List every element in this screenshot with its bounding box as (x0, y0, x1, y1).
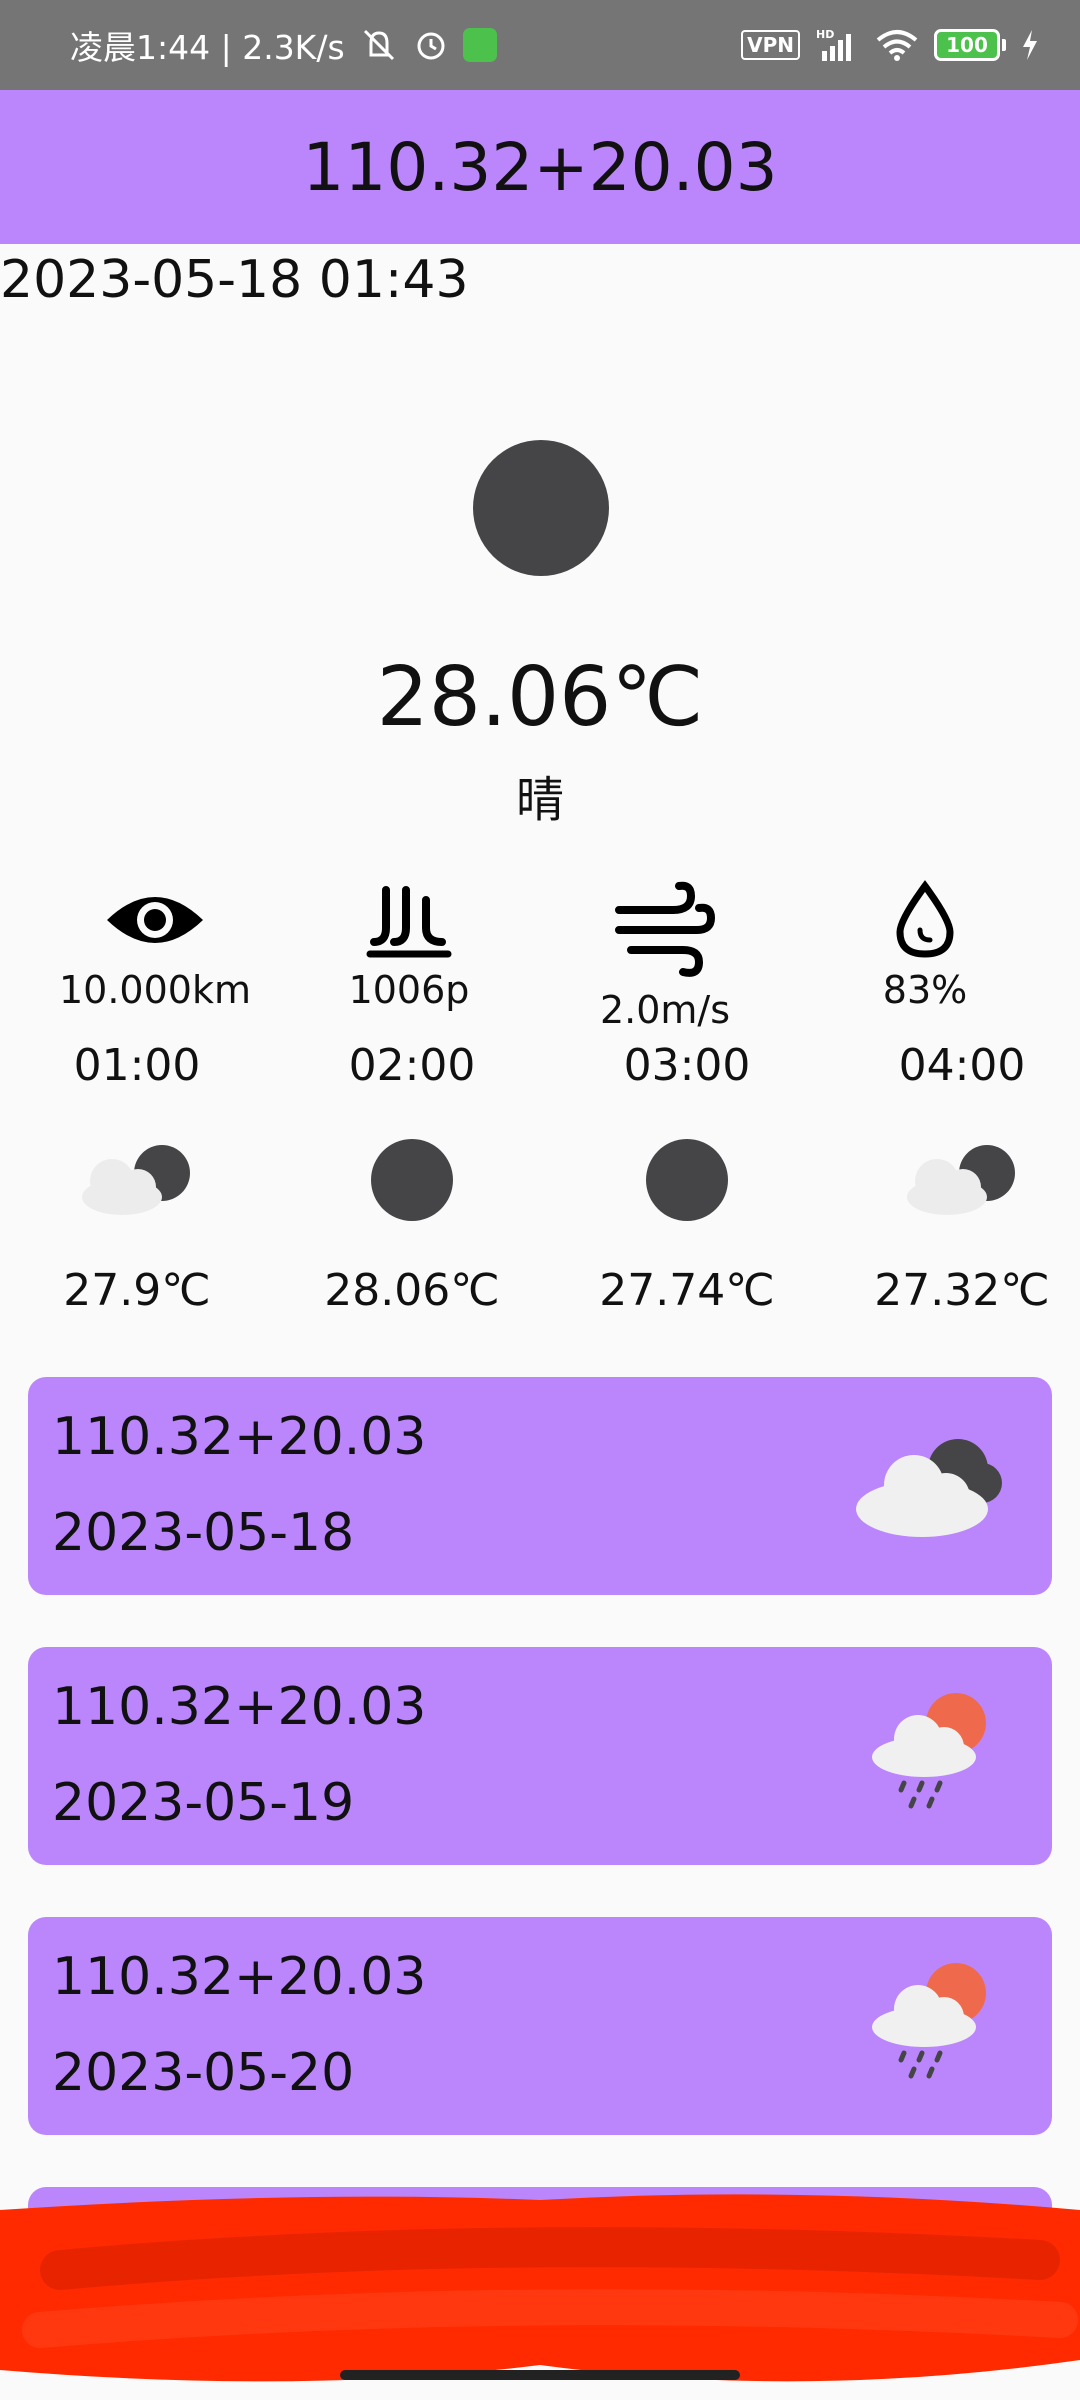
hourly-temperature: 27.32℃ (874, 1265, 1050, 1316)
hourly-time: 03:00 (623, 1040, 751, 1091)
hourly-time: 02:00 (348, 1040, 476, 1091)
rain-sun-icon (872, 1693, 986, 1809)
wifi-icon (874, 27, 920, 63)
hourly-time: 01:00 (73, 1040, 201, 1091)
moon-icon (552, 1135, 822, 1225)
eye-icon (107, 897, 203, 943)
wind-icon (615, 881, 716, 977)
daily-location: 110.32+20.03 (52, 1407, 427, 1467)
hourly-time: 04:00 (898, 1040, 1026, 1091)
wind-metric: 2.0m/s (530, 880, 800, 1032)
status-bar: 凌晨1:44 | 2.3K/s VPN HD 100 (0, 0, 1080, 90)
moon-icon (473, 440, 609, 576)
daily-location: 110.32+20.03 (52, 1677, 427, 1737)
svg-text:HD: HD (816, 28, 834, 41)
status-time-speed: 凌晨1:44 | 2.3K/s (70, 28, 345, 67)
daily-card[interactable]: 110.32+20.03 2023-05-20 (28, 1917, 1052, 2135)
mute-icon (359, 27, 399, 63)
visibility-metric: 10.000km (20, 880, 290, 1012)
cloudy-night-icon (856, 1439, 1002, 1537)
status-bar-right: VPN HD 100 (741, 27, 1040, 63)
visibility-value: 10.000km (59, 968, 251, 1012)
hourly-temperature: 28.06℃ (324, 1265, 500, 1316)
current-datetime: 2023-05-18 01:43 (0, 250, 469, 310)
vpn-icon: VPN (741, 30, 800, 60)
daily-date: 2023-05-18 (52, 1503, 355, 1563)
rain-sun-icon (872, 1963, 986, 2079)
daily-location: 110.32+20.03 (52, 1947, 427, 2007)
hourly-temperature: 27.74℃ (599, 1265, 775, 1316)
pressure-icon (366, 886, 452, 958)
current-condition: 晴 (515, 772, 564, 828)
battery-level: 100 (934, 29, 1000, 61)
current-temperature: 28.06℃ (376, 650, 704, 745)
moon-icon (277, 1135, 547, 1225)
daily-date: 2023-05-19 (52, 1773, 355, 1833)
app-notification-icon (462, 28, 497, 62)
app-bar: 110.32+20.03 (0, 90, 1080, 244)
daily-date: 2023-05-20 (52, 2043, 355, 2103)
page-title: 110.32+20.03 (302, 128, 778, 206)
humidity-value: 83% (882, 968, 968, 1012)
cloudy-night-icon (827, 1135, 1080, 1225)
charging-icon (1020, 28, 1040, 62)
battery-icon: 100 (934, 29, 1006, 61)
alarm-icon (413, 27, 449, 63)
pressure-value: 1006p (348, 968, 470, 1012)
home-indicator[interactable] (340, 2370, 740, 2380)
signal-icon: HD (814, 27, 860, 63)
humidity-metric: 83% (790, 880, 1060, 1012)
hourly-temperature: 27.9℃ (63, 1265, 211, 1316)
daily-card[interactable]: 110.32+20.03 2023-05-19 (28, 1647, 1052, 1865)
wind-value: 2.0m/s (599, 988, 731, 1032)
redaction-scribble (0, 2194, 1080, 2382)
humidity-icon (896, 880, 954, 958)
pressure-metric: 1006p (274, 880, 544, 1012)
cloudy-night-icon (2, 1135, 272, 1225)
status-bar-left: 凌晨1:44 | 2.3K/s (70, 21, 497, 69)
daily-card[interactable]: 110.32+20.03 2023-05-18 (28, 1377, 1052, 1595)
